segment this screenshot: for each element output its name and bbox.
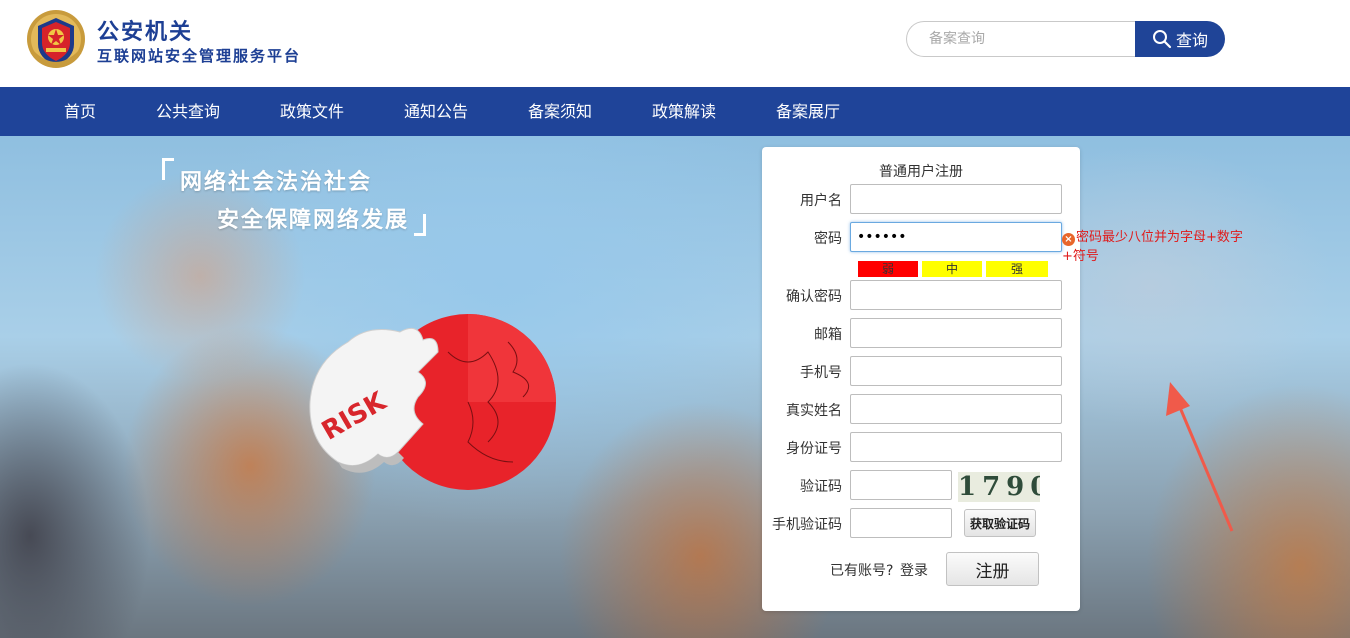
annotation-arrow-icon bbox=[1166, 382, 1234, 532]
hero-banner: 网络社会法治社会 安全保障网络发展 RISK bbox=[0, 136, 1350, 638]
login-link[interactable]: 登录 bbox=[900, 560, 928, 580]
nav-item-filing-gallery[interactable]: 备案展厅 bbox=[776, 87, 840, 136]
search-icon bbox=[1152, 30, 1172, 49]
login-prompt: 已有账号? bbox=[830, 563, 894, 579]
form-title: 普通用户注册 bbox=[762, 161, 1080, 181]
label-id-number: 身份证号 bbox=[786, 441, 842, 457]
register-button[interactable]: 注册 bbox=[946, 552, 1039, 586]
captcha-field[interactable] bbox=[850, 470, 952, 500]
brand-subtitle: 互联网站安全管理服务平台 bbox=[97, 47, 302, 65]
brand-title: 公安机关 bbox=[97, 20, 194, 45]
slogan-bracket-right bbox=[414, 214, 426, 236]
search-button[interactable]: 查询 bbox=[1135, 21, 1225, 57]
nav-item-policy-interpretation[interactable]: 政策解读 bbox=[652, 87, 716, 136]
risk-puzzle-illustration: RISK bbox=[309, 314, 556, 490]
label-captcha: 验证码 bbox=[800, 479, 842, 495]
confirm-password-field[interactable] bbox=[850, 280, 1062, 310]
label-username: 用户名 bbox=[800, 193, 842, 209]
label-confirm-password: 确认密码 bbox=[786, 289, 842, 305]
label-real-name: 真实姓名 bbox=[786, 403, 842, 419]
strength-strong: 强 bbox=[986, 261, 1048, 277]
real-name-field[interactable] bbox=[850, 394, 1062, 424]
nav-item-notices[interactable]: 通知公告 bbox=[404, 87, 468, 136]
label-phone: 手机号 bbox=[800, 365, 842, 381]
label-password: 密码 bbox=[814, 231, 842, 247]
label-sms-code: 手机验证码 bbox=[772, 517, 842, 533]
search-bar: 查询 bbox=[906, 21, 1225, 57]
username-field[interactable] bbox=[850, 184, 1062, 214]
strength-weak: 弱 bbox=[858, 261, 918, 277]
captcha-image[interactable]: 1790 bbox=[958, 472, 1040, 502]
registration-form: 普通用户注册 用户名 密码 弱 中 强 确认密码 邮箱 手机号 真实姓名 身份证… bbox=[762, 147, 1080, 611]
sms-code-field[interactable] bbox=[850, 508, 952, 538]
police-emblem-icon[interactable] bbox=[24, 8, 88, 74]
get-sms-code-button[interactable]: 获取验证码 bbox=[964, 509, 1036, 537]
main-nav: 首页 公共查询 政策文件 通知公告 备案须知 政策解读 备案展厅 bbox=[0, 87, 1350, 136]
phone-field[interactable] bbox=[850, 356, 1062, 386]
password-field[interactable] bbox=[850, 222, 1062, 252]
nav-item-policy-docs[interactable]: 政策文件 bbox=[280, 87, 344, 136]
site-header: 公安机关 互联网站安全管理服务平台 查询 bbox=[0, 0, 1350, 87]
search-button-label: 查询 bbox=[1175, 31, 1208, 50]
error-x-icon: × bbox=[1062, 233, 1075, 246]
label-email: 邮箱 bbox=[814, 327, 842, 343]
strength-medium: 中 bbox=[922, 261, 982, 277]
slogan-line2: 安全保障网络发展 bbox=[217, 208, 410, 233]
nav-item-home[interactable]: 首页 bbox=[64, 87, 96, 136]
slogan-line1: 网络社会法治社会 bbox=[180, 170, 373, 195]
nav-item-filing-guide[interactable]: 备案须知 bbox=[528, 87, 592, 136]
nav-item-public-query[interactable]: 公共查询 bbox=[156, 87, 220, 136]
slogan-bracket-left bbox=[162, 158, 174, 180]
form-title-text: 普通用户注册 bbox=[879, 164, 963, 180]
email-field[interactable] bbox=[850, 318, 1062, 348]
id-number-field[interactable] bbox=[850, 432, 1062, 462]
password-error-message: × 密码最少八位并为字母+数字+符号 bbox=[1062, 228, 1262, 266]
search-input[interactable] bbox=[906, 21, 1138, 57]
password-error-text: 密码最少八位并为字母+数字+符号 bbox=[1062, 230, 1243, 264]
